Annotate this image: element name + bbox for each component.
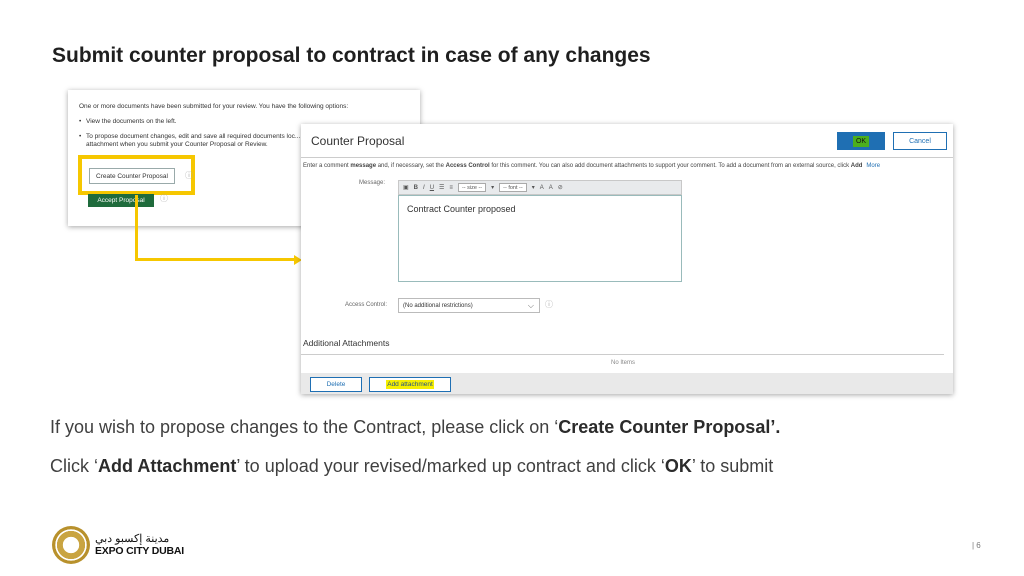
attachments-title: Additional Attachments	[303, 338, 390, 348]
connector-arrow-line	[135, 258, 295, 261]
review-option-propose: To propose document changes, edit and sa…	[79, 133, 307, 151]
dialog-instructions: Enter a comment message and, if necessar…	[303, 163, 881, 169]
chevron-down-icon: ⌵	[527, 301, 534, 310]
size-dropdown-icon[interactable]: ▾	[491, 184, 494, 191]
numbered-list-icon[interactable]: ≡	[449, 185, 453, 191]
expo-emblem-icon	[52, 526, 90, 564]
editor-toolbar: ▣ B I U ☰ ≡ -- size -- ▾ -- font -- ▾ A …	[398, 180, 682, 195]
info-icon[interactable]: ⓘ	[185, 170, 193, 181]
bold-icon[interactable]: B	[414, 185, 418, 191]
instruction-paragraph-1: If you wish to propose changes to the Co…	[50, 417, 781, 437]
message-label: Message:	[359, 180, 386, 186]
message-editor[interactable]: Contract Counter proposed	[398, 195, 682, 282]
underline-icon[interactable]: U	[430, 185, 434, 191]
italic-icon[interactable]: I	[423, 185, 425, 191]
info-icon[interactable]: ⓘ	[160, 193, 168, 204]
connector-arrow-line	[135, 195, 138, 261]
info-icon[interactable]: ⓘ	[545, 299, 553, 310]
link-icon[interactable]: ⊘	[558, 184, 563, 191]
font-select[interactable]: -- font --	[499, 183, 527, 192]
create-counter-proposal-highlight	[78, 155, 195, 195]
message-text: Contract Counter proposed	[407, 204, 516, 214]
review-intro-text: One or more documents have been submitte…	[79, 103, 349, 110]
font-color-icon[interactable]: A	[540, 185, 544, 191]
accept-proposal-button[interactable]: Accept Proposal	[88, 194, 154, 207]
access-control-label: Access Control:	[345, 302, 388, 308]
delete-button[interactable]: Delete	[310, 377, 362, 392]
slide-title: Submit counter proposal to contract in c…	[52, 44, 651, 67]
more-link[interactable]: More	[866, 163, 880, 169]
counter-proposal-dialog: Counter Proposal OK Cancel Enter a comme…	[301, 124, 953, 394]
divider	[301, 157, 953, 158]
no-items-text: No Items	[611, 360, 636, 366]
dialog-title: Counter Proposal	[311, 134, 405, 148]
ok-label: OK	[852, 135, 870, 147]
ok-button[interactable]: OK	[837, 132, 885, 150]
highlight-color-icon[interactable]: A	[549, 185, 553, 191]
add-attachment-button[interactable]: Add attachment	[369, 377, 451, 392]
cancel-button[interactable]: Cancel	[893, 132, 947, 150]
access-control-select[interactable]: (No additional restrictions) ⌵	[398, 298, 540, 313]
logo-english-text: EXPO CITY DUBAI	[95, 545, 184, 558]
add-attachment-label: Add attachment	[386, 380, 434, 389]
page-number: | 6	[972, 541, 981, 550]
size-select[interactable]: -- size --	[457, 183, 487, 192]
list-icon[interactable]: ☰	[439, 184, 444, 191]
source-icon[interactable]: ▣	[403, 184, 409, 191]
logo-arabic-text: مدينة إكسبو دبي	[95, 532, 170, 545]
instruction-paragraph-2: Click ‘Add Attachment’ to upload your re…	[50, 456, 774, 476]
divider	[301, 354, 944, 355]
access-control-value: (No additional restrictions)	[403, 302, 473, 309]
expo-city-dubai-logo: مدينة إكسبو دبي EXPO CITY DUBAI	[52, 526, 184, 564]
font-dropdown-icon[interactable]: ▾	[532, 184, 535, 191]
